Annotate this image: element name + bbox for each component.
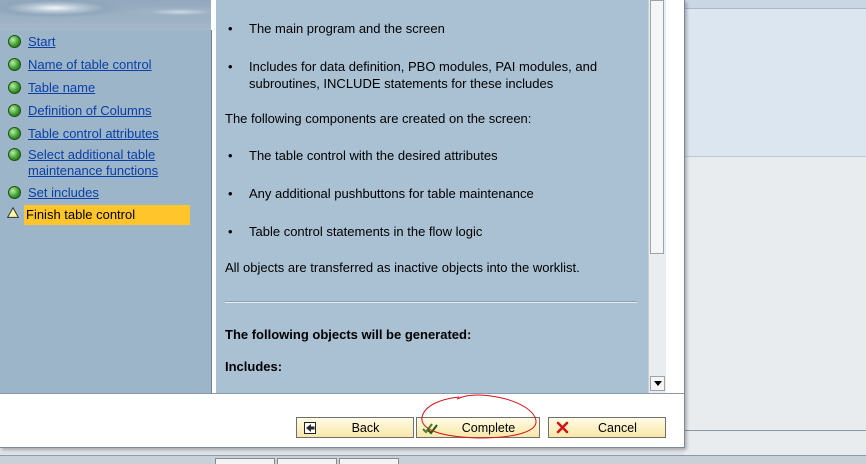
wizard-content: The main program and the screen Includes…	[216, 0, 648, 393]
bullet-item: The table control with the desired attri…	[228, 147, 629, 164]
generated-heading: The following objects will be generated:	[225, 327, 472, 342]
background-panel-header	[684, 0, 866, 9]
step-label[interactable]: Table control attributes	[28, 126, 159, 142]
separator	[225, 301, 637, 303]
step-done-icon	[8, 81, 21, 94]
step-table-name[interactable]: Table name	[8, 80, 95, 96]
bullet-item: Includes for data definition, PBO module…	[228, 58, 629, 92]
background-panel	[684, 0, 866, 157]
step-table-control-attributes[interactable]: Table control attributes	[8, 126, 159, 142]
taskbar-button[interactable]	[215, 458, 275, 464]
step-select-maintenance-functions[interactable]: Select additional table maintenance func…	[8, 147, 178, 179]
screen-intro: The following components are created on …	[225, 111, 532, 126]
bullet-item: Any additional pushbuttons for table mai…	[228, 185, 629, 202]
step-done-icon	[8, 104, 21, 117]
step-done-icon	[8, 35, 21, 48]
wizard-header-graphic	[0, 0, 211, 30]
step-definition-of-columns[interactable]: Definition of Columns	[8, 103, 152, 119]
vertical-scrollbar[interactable]	[648, 0, 666, 393]
step-label[interactable]: Table name	[28, 80, 95, 96]
step-set-includes[interactable]: Set includes	[8, 185, 99, 201]
scroll-down-button[interactable]	[650, 376, 665, 391]
warning-triangle-icon	[7, 207, 19, 218]
scrollbar-thumb[interactable]	[650, 0, 664, 254]
includes-heading: Includes:	[225, 359, 283, 374]
arrow-down-icon	[653, 381, 662, 386]
step-done-icon	[8, 148, 21, 161]
back-icon	[302, 421, 318, 435]
complete-icon	[422, 421, 438, 435]
step-start[interactable]: Start	[8, 34, 55, 50]
complete-label: Complete	[461, 420, 516, 435]
button-bar-divider	[0, 393, 684, 394]
cancel-button[interactable]: Cancel	[548, 417, 666, 438]
cancel-x-icon	[554, 421, 570, 435]
step-done-icon	[8, 186, 21, 199]
step-done-icon	[8, 58, 21, 71]
background-divider	[684, 430, 866, 431]
step-done-icon	[8, 127, 21, 140]
back-button[interactable]: Back	[296, 417, 414, 438]
taskbar-button[interactable]	[339, 458, 399, 464]
step-finish-table-control[interactable]: Finish table control	[24, 205, 190, 225]
step-label: Finish table control	[26, 207, 136, 222]
bullet-item: Table control statements in the flow log…	[228, 223, 629, 240]
cancel-label: Cancel	[598, 420, 637, 435]
taskbar-button[interactable]	[277, 458, 337, 464]
bullet-item: The main program and the screen	[228, 20, 629, 37]
complete-button[interactable]: Complete	[416, 417, 540, 438]
inactive-note: All objects are transferred as inactive …	[225, 260, 580, 275]
back-label: Back	[351, 420, 380, 435]
step-label[interactable]: Start	[28, 34, 55, 50]
step-label[interactable]: Definition of Columns	[28, 103, 152, 119]
step-name-of-table-control[interactable]: Name of table control	[8, 57, 152, 73]
step-label[interactable]: Name of table control	[28, 57, 152, 73]
step-label[interactable]: Set includes	[28, 185, 99, 201]
wizard-dialog: Start Name of table control Table name D…	[0, 0, 685, 448]
step-label[interactable]: Select additional table maintenance func…	[28, 147, 178, 179]
